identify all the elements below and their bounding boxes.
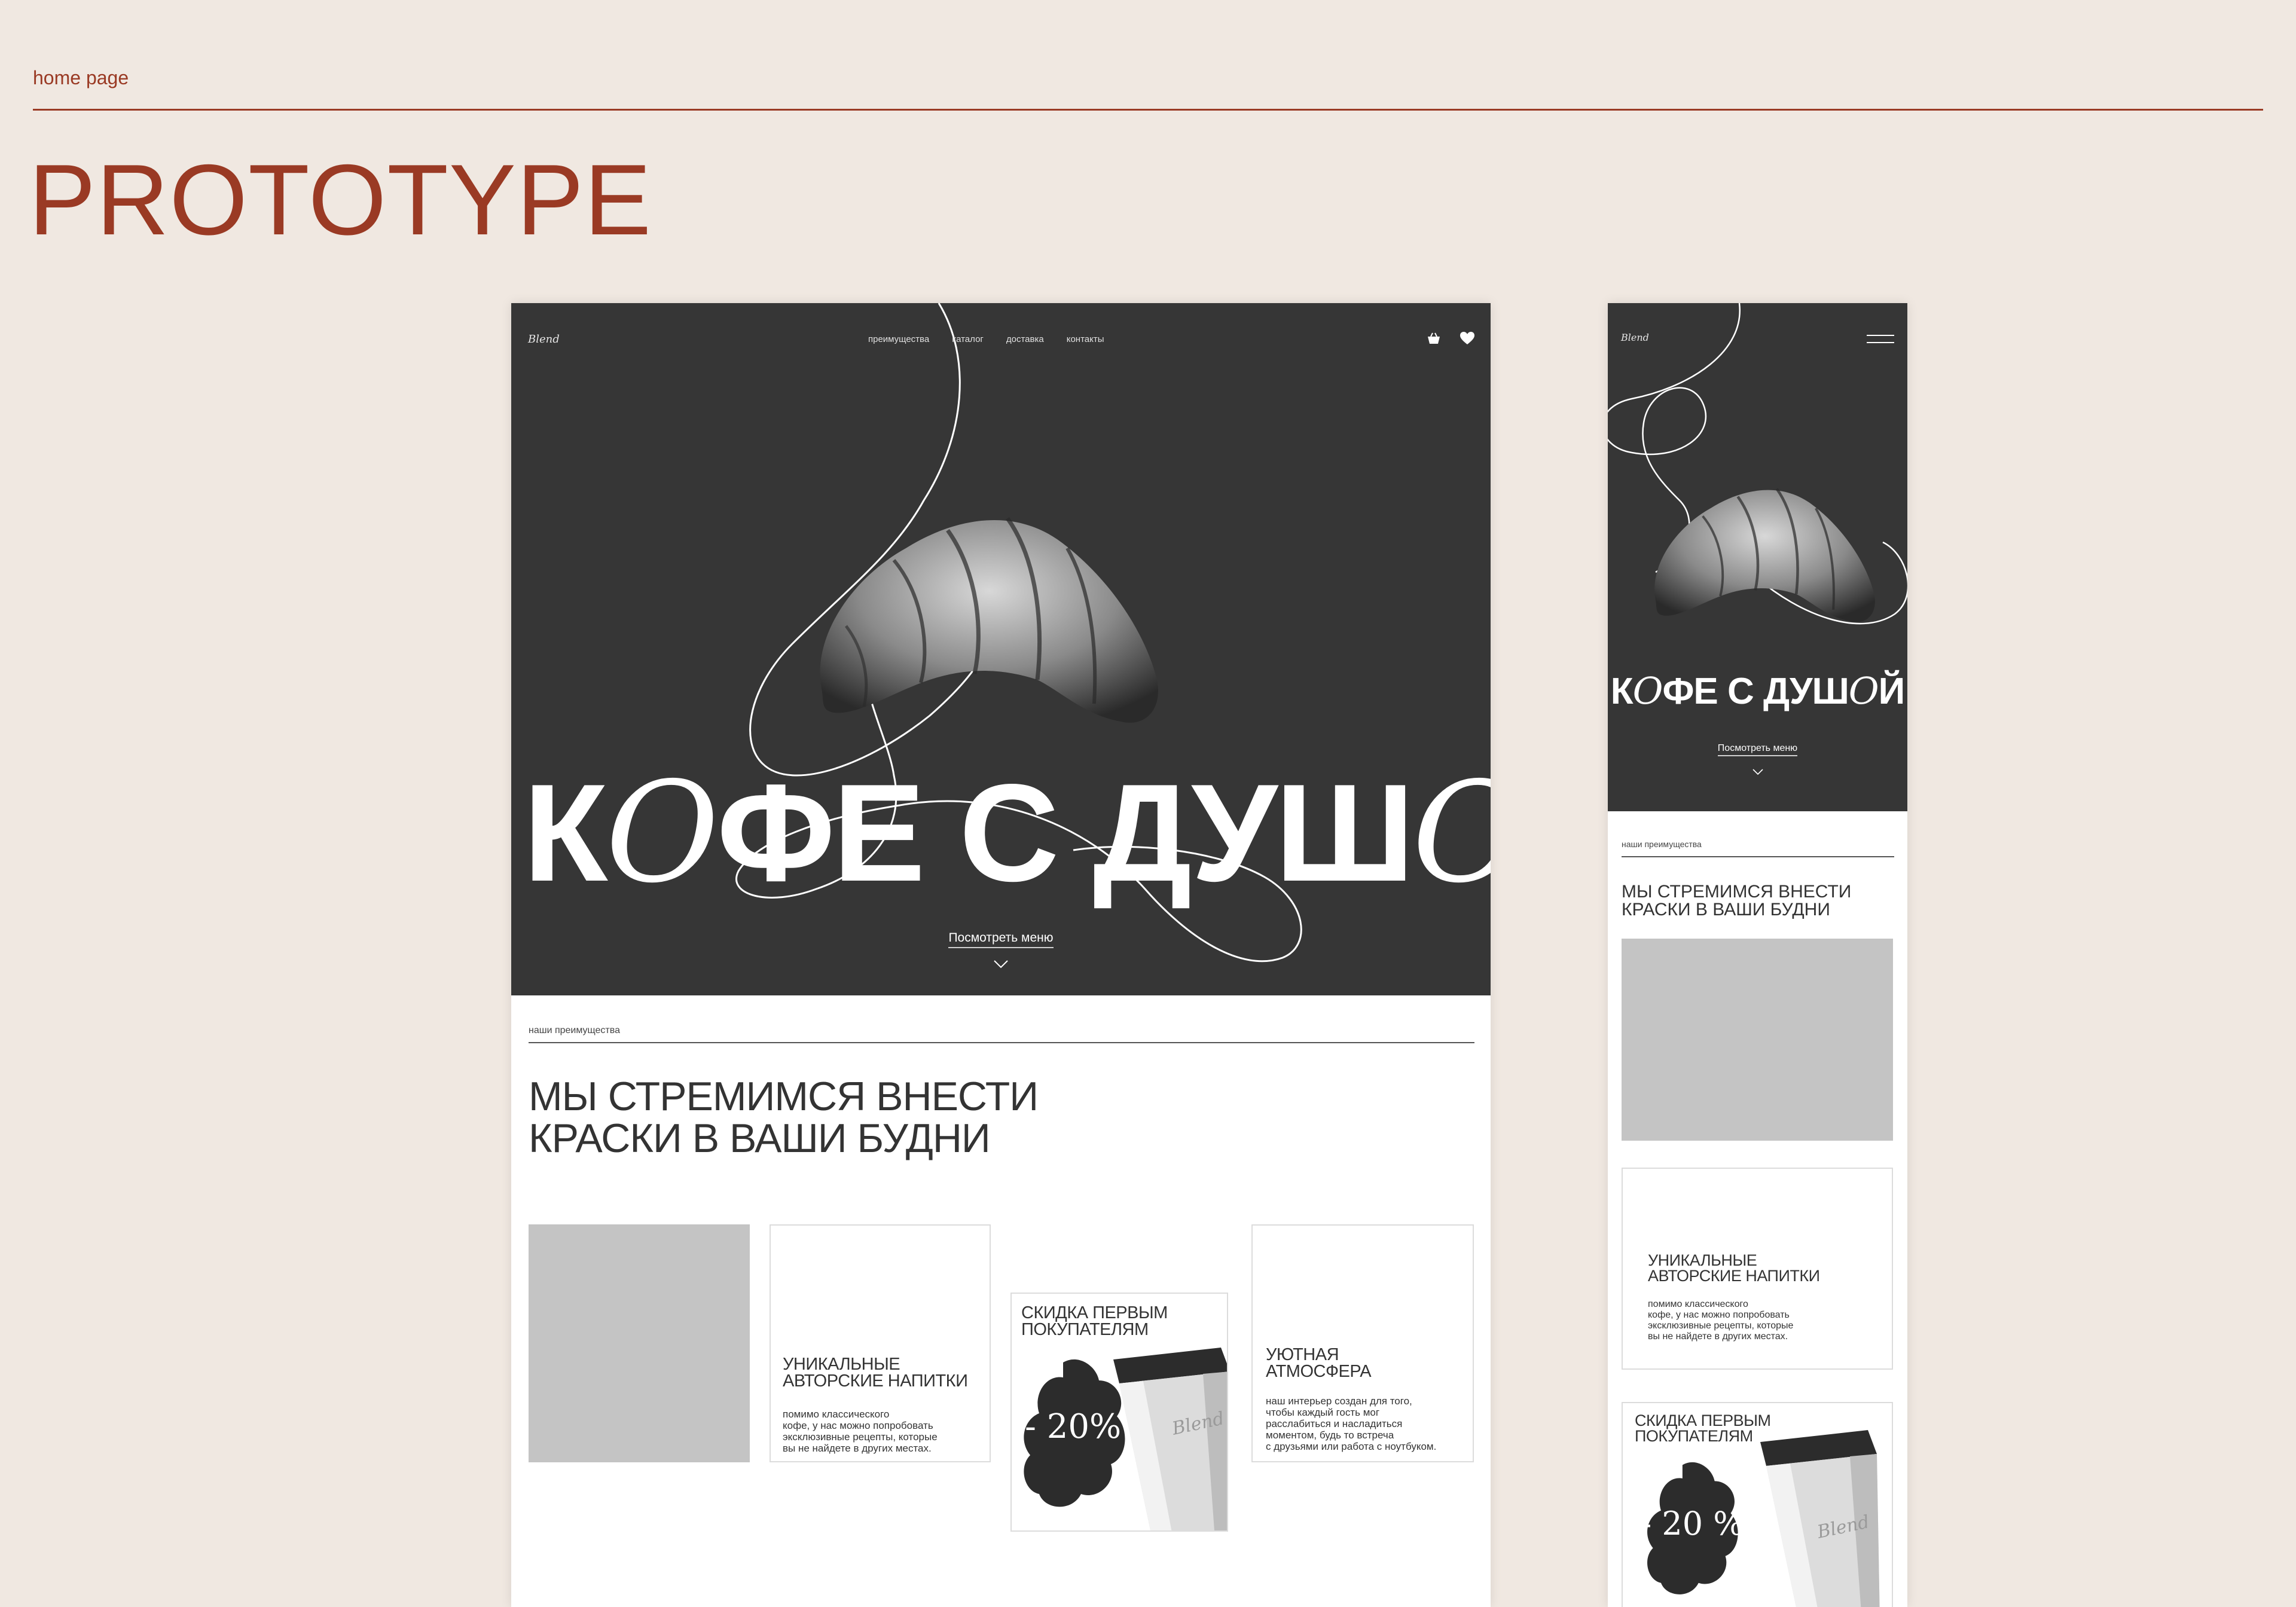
advantages-divider	[529, 1042, 1474, 1043]
nav-item-contacts[interactable]: контакты	[1067, 334, 1104, 344]
card-unique-drinks[interactable]: УНИКАЛЬНЫЕ АВТОРСКИЕ НАПИТКИ помимо клас…	[770, 1224, 991, 1462]
desktop-logo[interactable]: Blend	[528, 333, 560, 346]
advantages-title: МЫ СТРЕМИМСЯ ВНЕСТИ КРАСКИ В ВАШИ БУДНИ	[1622, 882, 1852, 919]
advantages-title: МЫ СТРЕМИМСЯ ВНЕСТИ КРАСКИ В ВАШИ БУДНИ	[529, 1074, 1039, 1161]
chevron-down-icon[interactable]	[993, 960, 1009, 969]
page-label: home page	[33, 67, 129, 88]
desktop-hero: Blend преимущества каталог доставка конт…	[511, 303, 1491, 995]
desktop-nav: преимущества каталог доставка контакты	[868, 334, 1127, 344]
nav-item-delivery[interactable]: доставка	[1006, 334, 1044, 344]
nav-item-catalog[interactable]: каталог	[952, 334, 984, 344]
view-menu-link-container: Посмотреть меню	[511, 931, 1491, 948]
hamburger-menu-icon[interactable]	[1867, 334, 1894, 344]
card-promo-discount[interactable]: СКИДКА ПЕРВЫМ ПОКУПАТЕЛЯМ Blend - 20%	[1010, 1293, 1228, 1532]
advantages-divider	[1622, 856, 1894, 857]
card-atmosphere-text: наш интерьер создан для того, чтобы кажд…	[1266, 1395, 1437, 1452]
view-menu-link[interactable]: Посмотреть меню	[948, 931, 1054, 948]
croissant-image	[1654, 488, 1875, 622]
card-unique-title: УНИКАЛЬНЫЕ АВТОРСКИЕ НАПИТКИ	[783, 1355, 968, 1391]
view-menu-link-container: Посмотреть меню	[1608, 743, 1907, 756]
basket-icon[interactable]	[1426, 331, 1442, 346]
page-divider	[33, 109, 2263, 111]
view-menu-link[interactable]: Посмотреть меню	[1717, 743, 1798, 756]
mobile-hero-headline: КОФЕ С ДУШОЙ	[1610, 669, 1905, 713]
desktop-mockup: Blend преимущества каталог доставка конт…	[511, 303, 1491, 1607]
image-placeholder	[529, 1224, 750, 1462]
chevron-down-icon[interactable]	[1752, 768, 1764, 775]
advantages-label: наши преимущества	[1622, 839, 1702, 849]
promo-title: СКИДКА ПЕРВЫМ ПОКУПАТЕЛЯМ	[1021, 1303, 1168, 1339]
discount-label: - 20 %	[1641, 1505, 1744, 1542]
croissant-image	[820, 517, 1158, 723]
card-unique-text: помимо классического кофе, у нас можно п…	[1648, 1299, 1794, 1342]
discount-label: - 20%	[1025, 1407, 1122, 1446]
card-promo-discount[interactable]: СКИДКА ПЕРВЫМ ПОКУПАТЕЛЯМ Blend - 20 %	[1622, 1402, 1893, 1607]
image-placeholder	[1622, 939, 1893, 1141]
card-unique-drinks[interactable]: УНИКАЛЬНЫЕ АВТОРСКИЕ НАПИТКИ помимо клас…	[1622, 1168, 1893, 1370]
mobile-hero: Blend КОФЕ С ДУШОЙ Посмотреть меню	[1608, 303, 1907, 811]
advantages-label: наши преимущества	[529, 1025, 620, 1035]
heart-icon[interactable]	[1460, 331, 1475, 346]
mobile-mockup: Blend КОФЕ С ДУШОЙ Посмотреть меню наши …	[1608, 303, 1907, 1607]
nav-item-advantages[interactable]: преимущества	[868, 334, 929, 344]
card-atmosphere-title: УЮТНАЯ АТМОСФЕРА	[1266, 1345, 1372, 1381]
desktop-hero-headline: КОФЕ С ДУШОЙ	[523, 752, 1491, 914]
card-unique-title: УНИКАЛЬНЫЕ АВТОРСКИЕ НАПИТКИ	[1648, 1251, 1820, 1285]
page-title: PROTOTYPE	[29, 143, 652, 256]
card-unique-text: помимо классического кофе, у нас можно п…	[783, 1409, 938, 1454]
desktop-header-icons	[1426, 331, 1475, 346]
mobile-logo[interactable]: Blend	[1621, 332, 1649, 343]
card-atmosphere[interactable]: УЮТНАЯ АТМОСФЕРА наш интерьер создан для…	[1251, 1224, 1474, 1462]
